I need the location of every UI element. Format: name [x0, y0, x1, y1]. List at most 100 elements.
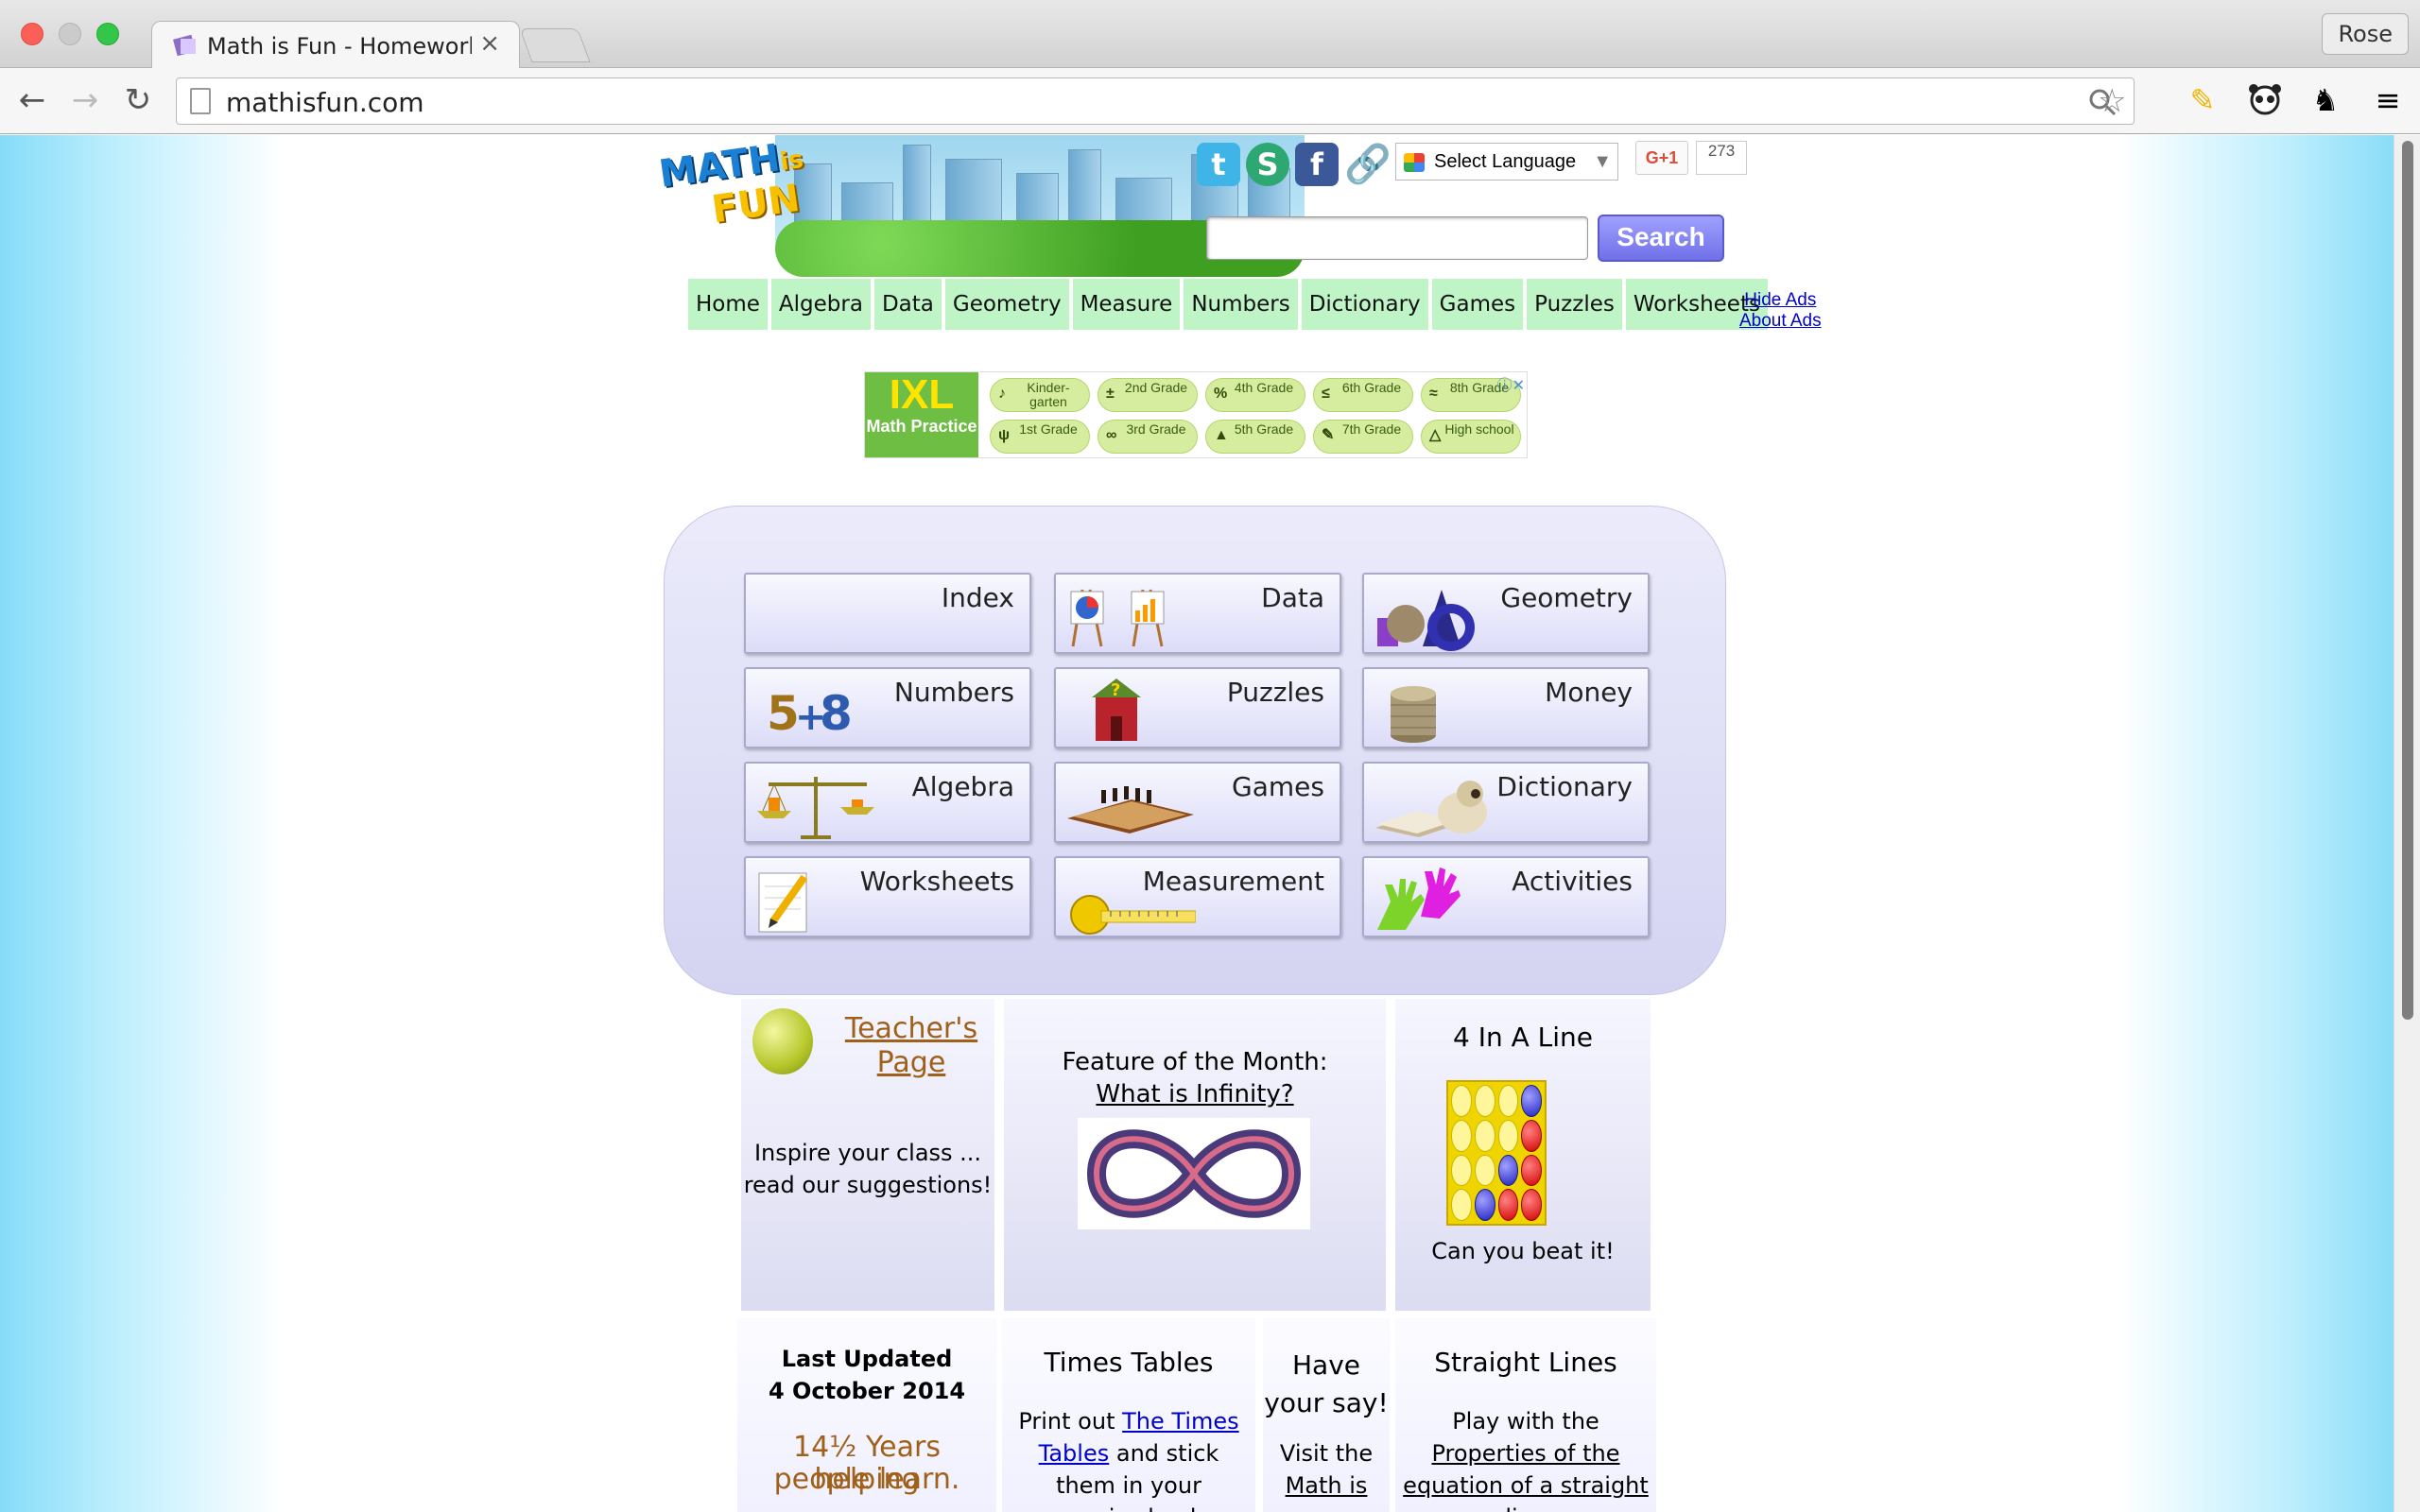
grade-label: 7th Grade	[1341, 421, 1402, 437]
ad-grade-pill[interactable]: ▲ 5th Grade	[1205, 420, 1305, 454]
forum-link[interactable]: Math is	[1263, 1469, 1390, 1502]
math-is-fun-logo[interactable]: MATHis FUN	[656, 136, 804, 260]
grade-label: 2nd Grade	[1124, 380, 1188, 395]
board-chip	[1474, 1085, 1495, 1117]
ad-close-icon[interactable]: ⓘ✕	[1497, 372, 1525, 395]
grade-label: 3rd Grade	[1126, 421, 1186, 437]
straight-lines-box: Straight Lines Play with the Properties …	[1395, 1318, 1656, 1512]
menu-algebra-button[interactable]: Algebra	[744, 762, 1031, 843]
language-select[interactable]: Select Language ▼	[1395, 143, 1618, 180]
google-translate-icon	[1404, 153, 1425, 172]
link-chain-icon[interactable]: 🔗	[1344, 143, 1392, 186]
ad-grade-pill[interactable]: ≤6th Grade	[1313, 378, 1413, 412]
grade-label: 4th Grade	[1234, 380, 1294, 395]
nav-measure[interactable]: Measure	[1072, 279, 1181, 330]
profile-button[interactable]: Rose	[2322, 13, 2409, 55]
times-tables-box: Times Tables Print out The Times Tables …	[1002, 1318, 1255, 1512]
nav-numbers[interactable]: Numbers	[1184, 279, 1298, 330]
teachers-page-box: Teacher's Page Inspire your class ... re…	[741, 999, 994, 1311]
ad-grade-pill[interactable]: % 4th Grade	[1205, 378, 1305, 412]
google-plus-button[interactable]: G+1	[1635, 141, 1688, 175]
balance-scale-icon	[757, 777, 874, 839]
extension-panda-icon[interactable]	[2246, 81, 2284, 119]
menu-money-button[interactable]: Money	[1362, 667, 1650, 748]
ad-grade-pill[interactable]: ✎ 7th Grade	[1313, 420, 1413, 454]
bookmark-star-icon[interactable]: ☆	[2098, 82, 2126, 120]
about-ads-link[interactable]: About Ads	[1739, 311, 1822, 332]
nav-data[interactable]: Data	[873, 279, 942, 330]
teachers-page-link[interactable]: Teacher's Page	[836, 1012, 987, 1080]
have-your-say-title[interactable]: Have your say!	[1263, 1347, 1390, 1422]
times-text1: Print out	[1018, 1408, 1115, 1435]
game-title[interactable]: 4 In A Line	[1395, 1022, 1651, 1054]
svg-text:8: 8	[820, 686, 853, 741]
facebook-icon[interactable]: f	[1295, 143, 1339, 186]
menu-numbers-button[interactable]: 5 + 8 Numbers	[744, 667, 1031, 748]
close-window-button[interactable]	[21, 23, 43, 45]
menu-games-button[interactable]: Games	[1054, 762, 1341, 843]
menu-puzzles-button[interactable]: ? Puzzles	[1054, 667, 1341, 748]
grade-glyph-icon: ∞	[1106, 427, 1117, 443]
grade-glyph-icon: ▲	[1214, 427, 1229, 443]
scrollbar-thumb[interactable]	[2402, 141, 2413, 1020]
nav-algebra[interactable]: Algebra	[770, 279, 871, 330]
menu-geometry-button[interactable]: Geometry	[1362, 573, 1650, 654]
menu-activities-button[interactable]: Activities	[1362, 856, 1650, 937]
infinity-image[interactable]	[1078, 1118, 1310, 1229]
feature-link[interactable]: What is Infinity?	[1004, 1078, 1386, 1110]
straight-lines-title[interactable]: Straight Lines	[1395, 1347, 1656, 1379]
ad-links: Hide Ads About Ads	[1739, 290, 1822, 332]
feature-of-month-box: Feature of the Month: What is Infinity?	[1004, 999, 1386, 1311]
nav-puzzles[interactable]: Puzzles	[1527, 279, 1622, 330]
hide-ads-link[interactable]: Hide Ads	[1739, 290, 1822, 311]
nav-home[interactable]: Home	[688, 279, 768, 330]
menu-worksheets-button[interactable]: Worksheets	[744, 856, 1031, 937]
ixl-advertisement[interactable]: IXL Math Practice ♪ Kinder- garten ±2nd Gr…	[864, 371, 1528, 458]
nav-games[interactable]: Games	[1431, 279, 1524, 330]
forward-arrow-icon[interactable]: →	[66, 81, 104, 119]
back-arrow-icon[interactable]: ←	[13, 81, 51, 119]
zoom-window-button[interactable]	[96, 23, 119, 45]
straight-lines-link[interactable]: Properties of the equation of a straight…	[1403, 1437, 1649, 1512]
board-chip	[1451, 1119, 1472, 1152]
nav-geometry[interactable]: Geometry	[944, 279, 1069, 330]
dog-book-icon	[1375, 781, 1487, 837]
extension-note-icon[interactable]: ✎	[2184, 81, 2221, 119]
new-tab-button[interactable]	[519, 28, 591, 62]
twitter-icon[interactable]: t	[1197, 143, 1240, 186]
site-favicon-icon	[173, 34, 196, 57]
last-updated-box: Last Updated 4 October 2014 14½ Years he…	[737, 1318, 996, 1512]
site-search-input[interactable]	[1206, 216, 1588, 260]
board-chip	[1474, 1189, 1495, 1221]
last-updated-date: 4 October 2014	[768, 1378, 966, 1404]
ad-grade-pill[interactable]: △ High school	[1421, 420, 1521, 454]
connect-four-board[interactable]	[1446, 1080, 1547, 1226]
svg-text:?: ?	[1111, 680, 1120, 700]
menu-measurement-button[interactable]: Measurement	[1054, 856, 1341, 937]
extension-horse-icon[interactable]: ♞	[2307, 81, 2344, 119]
minimize-window-button[interactable]	[59, 23, 81, 45]
search-button[interactable]: Search	[1598, 215, 1724, 262]
stumbleupon-icon[interactable]: S	[1246, 143, 1289, 186]
grade-glyph-icon: ≤	[1322, 386, 1330, 402]
ad-grade-pill[interactable]: ±2nd Grade	[1098, 378, 1198, 412]
tab-close-icon[interactable]: ×	[479, 29, 500, 58]
four-in-a-line-box: 4 In A Line Can you beat it!	[1395, 999, 1651, 1311]
ad-grade-pill[interactable]: ψ 1st Grade	[990, 420, 1090, 454]
board-chip	[1451, 1154, 1472, 1187]
menu-data-button[interactable]: Data	[1054, 573, 1341, 654]
reload-icon[interactable]: ↻	[119, 81, 157, 119]
menu-dictionary-button[interactable]: Dictionary	[1362, 762, 1650, 843]
address-bar[interactable]: mathisfun.com ☆	[176, 77, 2135, 125]
menu-hamburger-icon[interactable]: ≡	[2369, 81, 2407, 119]
board-chip	[1497, 1085, 1519, 1117]
vertical-scrollbar[interactable]	[2394, 135, 2420, 1512]
ad-grade-pill[interactable]: ♪ Kinder- garten	[990, 378, 1090, 412]
menu-index-button[interactable]: Index	[744, 573, 1031, 654]
browser-titlebar: Math is Fun - Homework H × Rose	[0, 0, 2420, 69]
times-tables-title[interactable]: Times Tables	[1002, 1347, 1255, 1379]
feature-title: Feature of the Month:	[1062, 1048, 1328, 1076]
ad-grade-pill[interactable]: ∞ 3rd Grade	[1098, 420, 1198, 454]
browser-tab[interactable]: Math is Fun - Homework H ×	[151, 21, 520, 69]
nav-dictionary[interactable]: Dictionary	[1301, 279, 1428, 330]
